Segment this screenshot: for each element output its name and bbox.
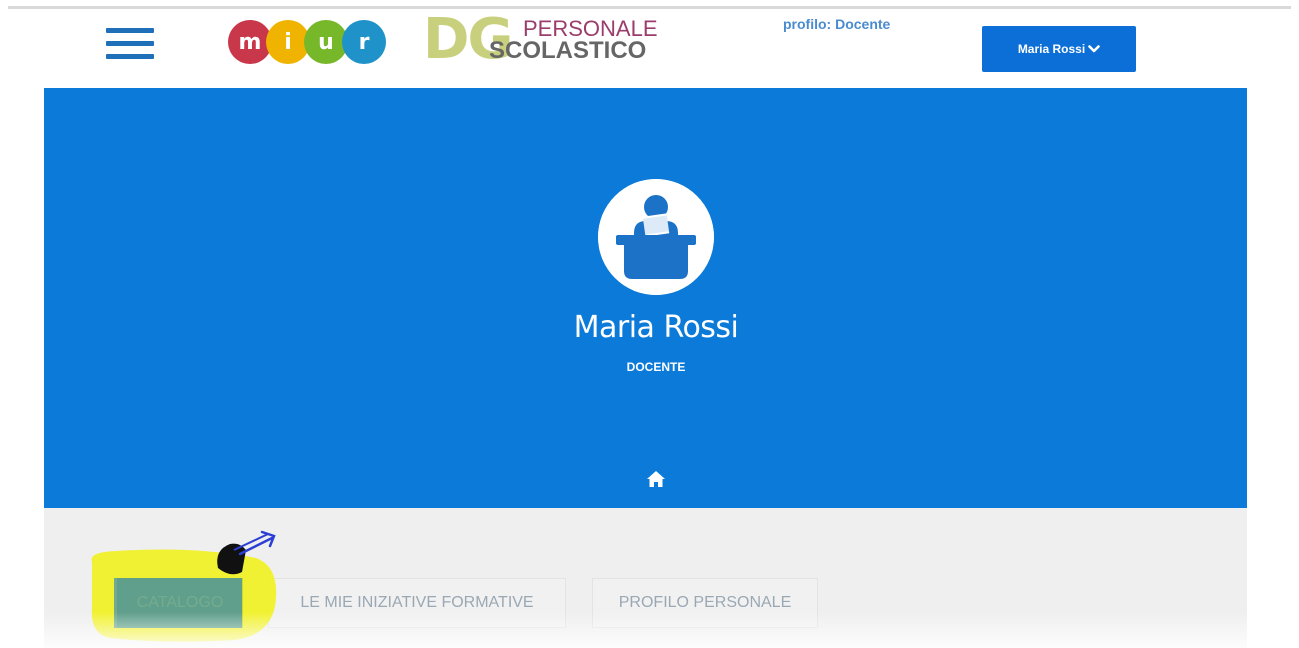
top-divider [8, 6, 1291, 9]
tab-catalogo[interactable]: CATALOGO [117, 578, 243, 628]
hamburger-menu-icon[interactable] [106, 28, 154, 60]
profile-banner: Maria Rossi DOCENTE [44, 88, 1247, 508]
miur-logo[interactable]: m i u r [228, 20, 398, 64]
user-role: DOCENTE [626, 360, 686, 374]
user-menu-label: Maria Rossi [1017, 42, 1086, 56]
teacher-at-desk-icon [598, 179, 714, 295]
user-menu-button[interactable]: Maria Rossi [982, 26, 1136, 72]
chevron-down-icon [1088, 45, 1100, 53]
tabs-area: CATALOGO LE MIE INIZIATIVE FORMATIVE PRO… [44, 508, 1247, 648]
dg-personale-scolastico-logo[interactable]: DG PERSONALE SCOLASTICO [423, 12, 663, 68]
tab-profilo-personale[interactable]: PROFILO PERSONALE [592, 578, 818, 628]
profile-label: profilo: Docente [783, 16, 891, 32]
tab-le-mie-iniziative-formative[interactable]: LE MIE INIZIATIVE FORMATIVE [268, 578, 566, 628]
logo-letter: r [342, 20, 386, 64]
dg-logo-line2: SCOLASTICO [489, 37, 647, 64]
home-icon[interactable] [646, 470, 666, 488]
page: m i u r DG PERSONALE SCOLASTICO profilo:… [8, 0, 1291, 648]
user-full-name: Maria Rossi [573, 310, 739, 345]
